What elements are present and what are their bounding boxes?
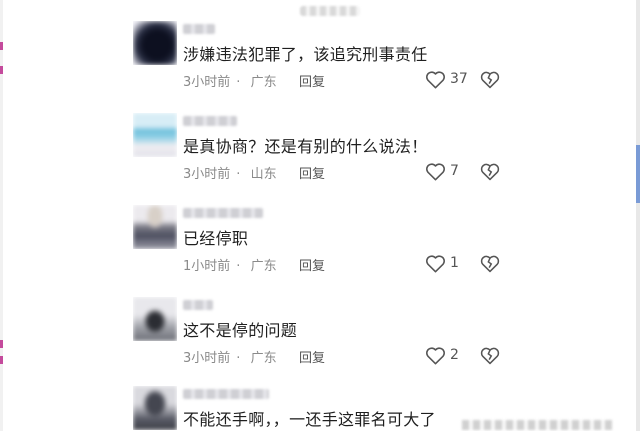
broken-heart-icon[interactable] xyxy=(480,162,500,181)
like-count: 37 xyxy=(450,71,468,87)
comment-text: 是真协商？还是有别的什么说法！ xyxy=(183,137,428,156)
broken-heart-icon[interactable] xyxy=(480,346,500,365)
reply-button[interactable]: 回复 xyxy=(299,347,325,366)
comment-location: 广东 xyxy=(250,259,277,274)
comment-meta: 3小时前 · 广东 xyxy=(183,71,277,90)
avatar[interactable] xyxy=(133,297,177,341)
comment-location: 广东 xyxy=(250,351,277,366)
like-button[interactable]: 7 xyxy=(425,160,459,182)
username-blurred[interactable] xyxy=(183,116,237,126)
like-button[interactable]: 37 xyxy=(425,68,468,90)
heart-outline-icon xyxy=(426,162,445,180)
reply-button[interactable]: 回复 xyxy=(299,163,325,182)
heart-outline-icon xyxy=(426,254,445,272)
comment-item: 已经停职 1小时前 · 广东 回复 1 xyxy=(133,205,513,295)
blurred-header-text xyxy=(300,6,360,16)
reply-button[interactable]: 回复 xyxy=(299,255,325,274)
comment-time: 3小时前 xyxy=(183,167,231,182)
like-count: 1 xyxy=(450,255,459,271)
username-blurred[interactable] xyxy=(183,300,213,310)
username-blurred[interactable] xyxy=(183,24,215,34)
comment-item: 是真协商？还是有别的什么说法！ 3小时前 · 山东 回复 7 xyxy=(133,113,513,203)
like-count: 2 xyxy=(450,347,459,363)
comment-meta: 3小时前 · 广东 xyxy=(183,347,277,366)
comment-text: 涉嫌违法犯罪了，该追究刑事责任 xyxy=(183,45,428,64)
comment-meta: 3小时前 · 山东 xyxy=(183,163,277,182)
blurred-watermark xyxy=(462,420,612,430)
comment-location: 广东 xyxy=(250,75,277,90)
heart-outline-icon xyxy=(426,70,445,88)
heart-outline-icon xyxy=(426,346,445,364)
comment-item: 这不是停的问题 3小时前 · 广东 回复 2 xyxy=(133,297,513,387)
broken-heart-icon[interactable] xyxy=(480,254,500,273)
like-count: 7 xyxy=(450,163,459,179)
right-scrollbar[interactable] xyxy=(636,0,640,431)
username-blurred[interactable] xyxy=(183,389,269,399)
comment-text: 不能还手啊，，一还手这罪名可大了 xyxy=(183,410,436,429)
avatar[interactable] xyxy=(133,113,177,157)
comment-location: 山东 xyxy=(250,167,277,182)
username-blurred[interactable] xyxy=(183,208,263,218)
comment-item: 涉嫌违法犯罪了，该追究刑事责任 3小时前 · 广东 回复 37 xyxy=(133,21,513,111)
like-button[interactable]: 1 xyxy=(425,252,459,274)
comment-time: 3小时前 xyxy=(183,75,231,90)
avatar[interactable] xyxy=(133,21,177,65)
comment-time: 1小时前 xyxy=(183,259,231,274)
comment-meta: 1小时前 · 广东 xyxy=(183,255,277,274)
avatar[interactable] xyxy=(133,386,177,430)
reply-button[interactable]: 回复 xyxy=(299,71,325,90)
comment-text: 已经停职 xyxy=(183,229,249,248)
broken-heart-icon[interactable] xyxy=(480,70,500,89)
comment-text: 这不是停的问题 xyxy=(183,321,298,340)
comment-item: 不能还手啊，，一还手这罪名可大了 xyxy=(133,386,513,431)
like-button[interactable]: 2 xyxy=(425,344,459,366)
left-window-edge xyxy=(0,0,3,431)
avatar[interactable] xyxy=(133,205,177,249)
comment-time: 3小时前 xyxy=(183,351,231,366)
